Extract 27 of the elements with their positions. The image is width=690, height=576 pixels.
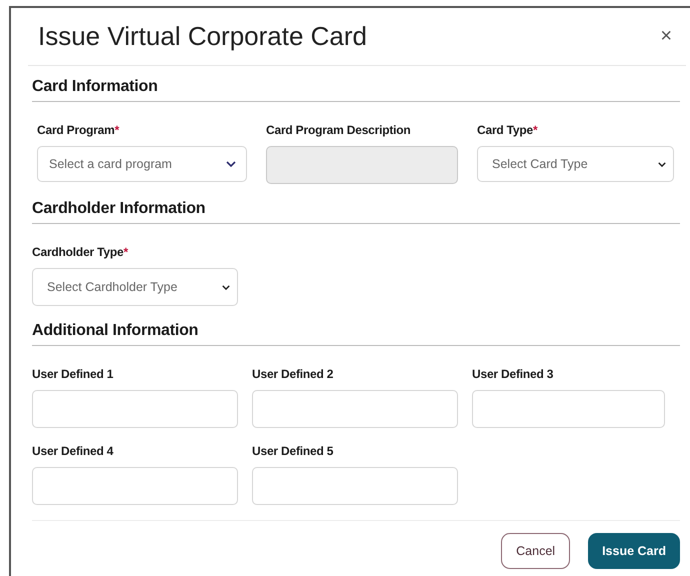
section-heading: Additional Information bbox=[32, 321, 680, 346]
field-label: User Defined 2 bbox=[252, 366, 334, 382]
section-heading: Cardholder Information bbox=[32, 199, 680, 224]
field-label: User Defined 3 bbox=[472, 366, 554, 382]
field-label: User Defined 1 bbox=[32, 366, 114, 382]
chevron-down-icon bbox=[226, 161, 236, 167]
field-label: User Defined 4 bbox=[32, 443, 114, 459]
field-label: Cardholder Type* bbox=[32, 244, 128, 260]
close-button[interactable]: × bbox=[656, 25, 676, 48]
dialog-title: Issue Virtual Corporate Card bbox=[38, 21, 368, 52]
dropdown-field[interactable]: Select a card program bbox=[37, 146, 247, 182]
cancel-button[interactable]: Cancel bbox=[501, 533, 570, 569]
field-label: Card Program Description bbox=[266, 122, 411, 138]
input-field[interactable] bbox=[472, 390, 665, 428]
field-label: User Defined 5 bbox=[252, 443, 334, 459]
field-label: Card Type* bbox=[477, 122, 538, 138]
input-field[interactable] bbox=[32, 390, 238, 428]
chevron-down-icon bbox=[222, 284, 230, 290]
issue-button[interactable]: Issue Card bbox=[588, 533, 680, 569]
select-field[interactable]: Select Card Type bbox=[477, 146, 674, 182]
chevron-down-icon bbox=[658, 162, 666, 166]
field-label: Card Program* bbox=[37, 122, 120, 138]
input-field[interactable] bbox=[32, 467, 238, 505]
select-field[interactable]: Select Cardholder Type bbox=[32, 268, 238, 306]
input-field[interactable] bbox=[252, 467, 458, 505]
input-field[interactable] bbox=[252, 390, 458, 428]
section-heading: Card Information bbox=[32, 77, 680, 102]
